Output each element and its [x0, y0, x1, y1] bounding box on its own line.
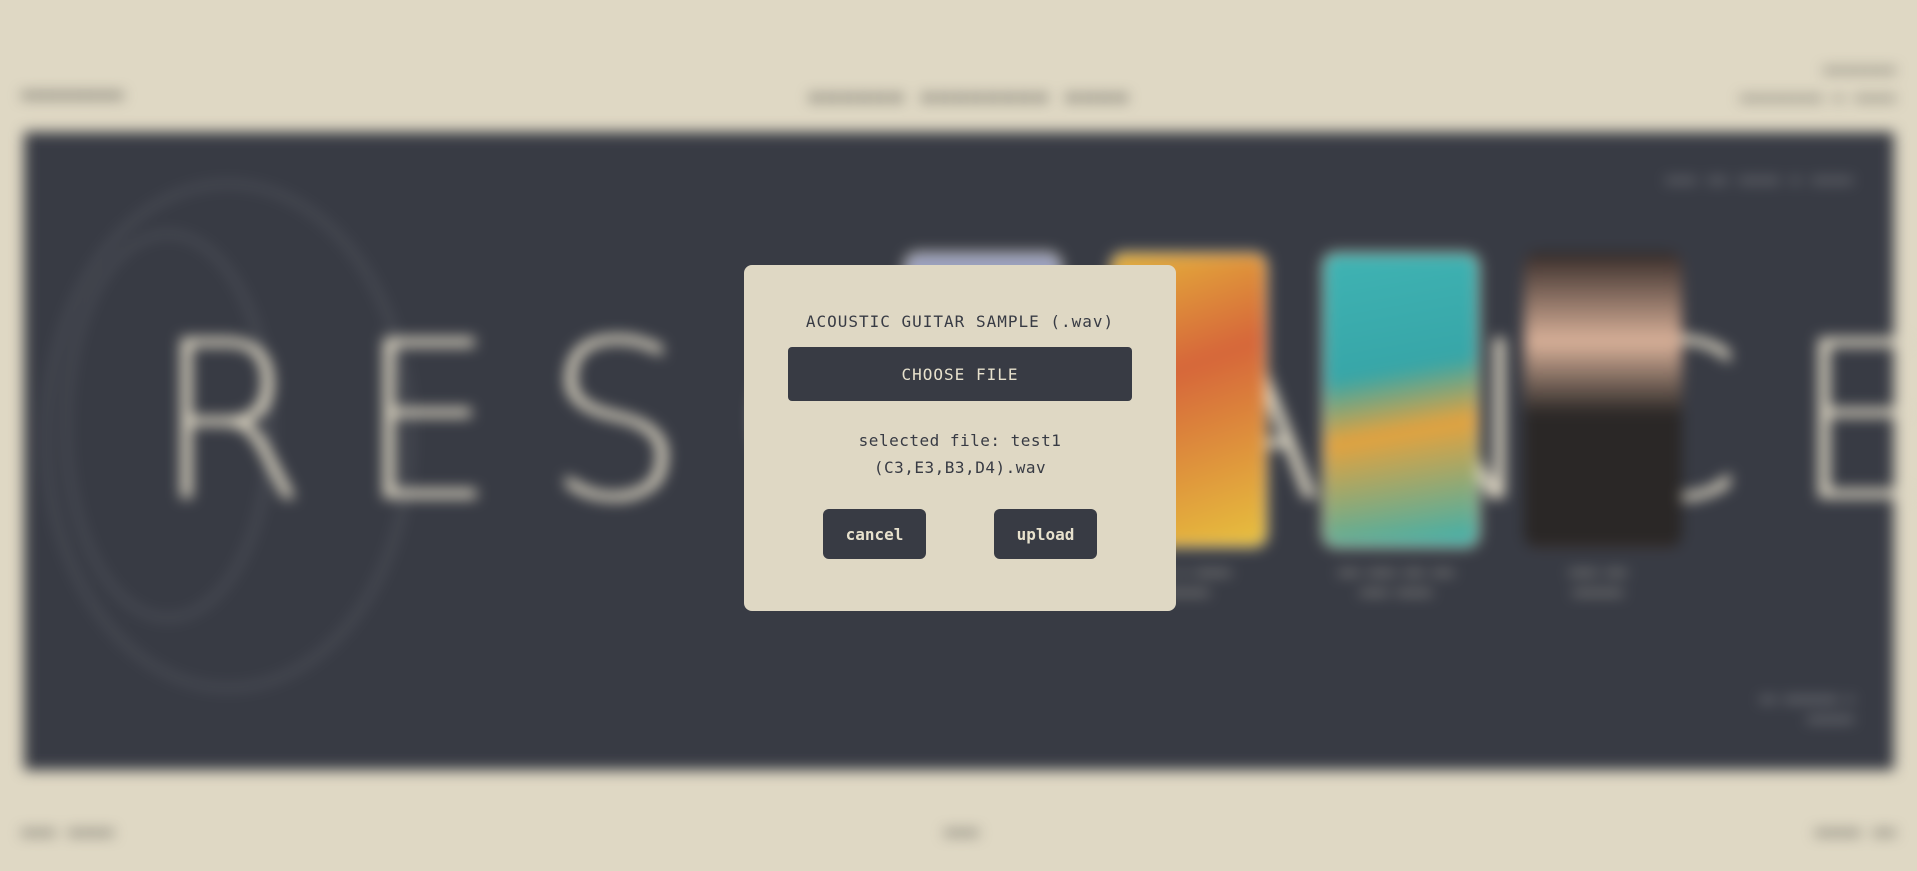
- top-left-label: ▬▬▬▬▬▬▬▬: [22, 84, 125, 105]
- bottom-left-label: ▬▬▬ ▬▬▬▬: [22, 822, 116, 841]
- album-caption: ▬▬▬ ▬▬▬▬ ▬▬▬ ▬▬▬ ▬▬▬▬ ▬▬▬▬▬: [1338, 565, 1454, 599]
- selected-file-info: selected file: test1 (C3,E3,B3,D4).wav: [744, 427, 1176, 481]
- choose-file-button[interactable]: CHOOSE FILE: [788, 347, 1132, 401]
- panel-top-right-label: ▬▬▬ ▬▬ ▬▬▬▬ ▬ ▬▬▬▬: [1666, 172, 1854, 188]
- panel-bottom-right-label: ▬▬ ▬▬▬▬▬▬▬ ▬ ▬▬▬▬▬▬: [1760, 692, 1854, 727]
- selected-file-line: (C3,E3,B3,D4).wav: [873, 458, 1047, 477]
- selected-file-line: selected file: test1: [858, 431, 1062, 450]
- upload-button[interactable]: upload: [994, 509, 1097, 559]
- top-center-title: ▬▬▬▬▬▬ ▬▬▬▬▬▬▬▬ ▬▬▬▬: [810, 84, 1131, 108]
- cancel-button[interactable]: cancel: [823, 509, 926, 559]
- album-card[interactable]: [1524, 252, 1682, 548]
- album-caption: ▬▬▬▬ ▬▬▬ ▬▬▬▬▬▬▬: [1569, 565, 1627, 599]
- album-card[interactable]: [1322, 252, 1480, 548]
- dialog-title: ACOUSTIC GUITAR SAMPLE (.wav): [805, 312, 1115, 331]
- bottom-right-label: ▬▬▬▬ ▬▬: [1815, 822, 1897, 841]
- app-root: ▬▬▬▬▬▬▬▬ ▬▬▬▬▬▬ ▬▬▬▬▬▬▬▬ ▬▬▬▬ ▬▬▬▬▬▬▬ ▬▬▬…: [0, 0, 1917, 871]
- bottom-center-label: ▬▬▬: [945, 822, 980, 841]
- upload-sample-dialog: ACOUSTIC GUITAR SAMPLE (.wav) CHOOSE FIL…: [744, 265, 1176, 611]
- top-right-labels: ▬▬▬▬▬▬▬ ▬▬▬▬▬▬▬▬ ▬ ▬▬▬▬: [1740, 62, 1897, 106]
- dialog-actions: cancel upload: [744, 509, 1176, 559]
